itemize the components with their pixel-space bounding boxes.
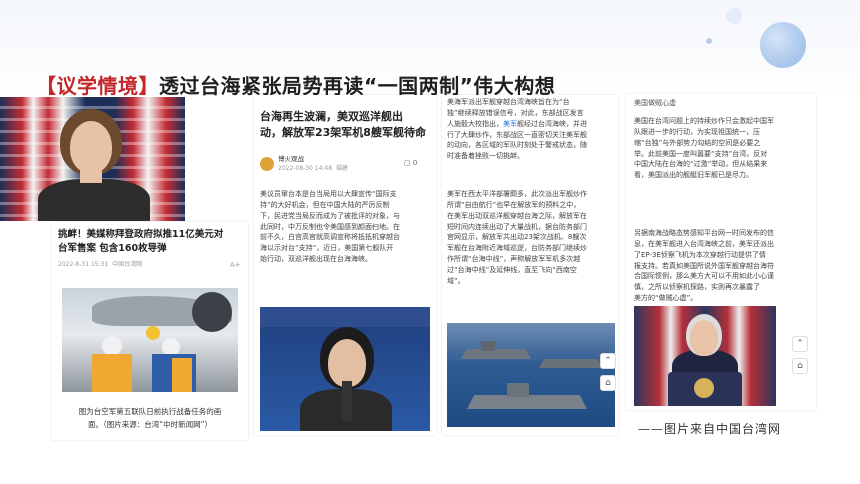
body-line: 持”的大好机会，但在中国大陆的严厉反制 xyxy=(260,200,390,209)
pelosi-photo xyxy=(0,97,185,221)
meta-source: 中国台湾网 xyxy=(112,261,143,268)
card-title-line2: 动，解放军23架军机8艘军舰待命 xyxy=(260,125,426,139)
meta-date: 2022-08-30 14:48 xyxy=(278,165,333,172)
body-line: 美军在西太平洋部署颇多，此次派出军舰炒作 xyxy=(447,190,587,198)
home-icon: ⌂ xyxy=(605,378,611,388)
body-line: 举。此前美国一度叫嚣要“支持”台湾，反对 xyxy=(634,149,768,158)
body-line: 了EP-3E侦察飞机为本次穿越行动提供了情 xyxy=(634,250,766,259)
body-line: 海以示对台“支持”，近日，美国第七舰队开 xyxy=(260,244,394,253)
body-line: 报支持。若真如美国所说外国军舰穿越台海符 xyxy=(634,261,774,270)
author-name[interactable]: 博火观战 xyxy=(278,155,304,164)
article-para2: 美军在西太平洋部署颇多，此次派出军舰炒作 所谓“自由航行”也早在解放军的预料之中… xyxy=(447,189,615,287)
card-title: 台海再生波澜，美双巡洋舰出 动，解放军23架军机8艘军舰待命 xyxy=(260,109,432,141)
article-body: 美议员窜台本是台当局用以大肆宣传“国际支 持”的大好机会，但在中国大陆的严厉反制… xyxy=(260,189,432,265)
air-force-photo xyxy=(62,288,238,392)
article-para1: 美海军派出军舰穿越台湾海峡旨在为“台 独”继续释放错误信号，对此，东部战区发言 … xyxy=(447,97,615,162)
title-tag: 【议学情境】 xyxy=(36,74,159,98)
comment-icon: ▢ xyxy=(404,159,411,167)
body-line: 缩“台独”与外部势力勾结的空间是必要之 xyxy=(634,138,761,147)
article-para1: 美国在台湾问题上的持续炒作只会激起中国军 队跟进一步的行动，为实现祖国统一，压 … xyxy=(634,116,812,181)
image-source-note: ——图片来自中国台湾网 xyxy=(638,422,782,436)
article-para2: 另据南海战略态势感知平台网一时间发布的信 息，在美军舰进入台湾海峡之前，美军还派… xyxy=(634,228,812,304)
body-line: 舰经过台湾海峡，并进 xyxy=(517,119,587,128)
arrow-up-icon: ⌃ xyxy=(604,356,612,366)
decorative-circle-small xyxy=(726,8,742,24)
home-button[interactable]: ⌂ xyxy=(792,358,808,374)
body-line: 下，民进党当局反而成为了被批评的对象，与 xyxy=(260,211,400,220)
comment-button[interactable]: ▢ 0 xyxy=(404,158,417,168)
body-line: 前不久，白宫高官就高调宣称将抵抵机穿越台 xyxy=(260,233,400,242)
meta-date: 2022-8-31 15:31 xyxy=(58,261,109,268)
body-line: 军舰在台海附近海域巡逻，台防务部门继续炒 xyxy=(447,244,587,253)
home-icon: ⌂ xyxy=(797,361,803,371)
body-line: 过“台海中线”及延伸线，直至飞向“西南空 xyxy=(447,265,577,274)
body-line: 官网显示，解放军共出动23架次战机、8艘次 xyxy=(447,233,587,242)
body-line: 所谓“自由航行”也早在解放军的预料之中， xyxy=(447,200,581,209)
body-line: 中国大陆在台海的“过激”举动，但从结果来 xyxy=(634,160,768,169)
body-line: 美海军派出军舰穿越台湾海峡旨在为“台 xyxy=(447,98,570,106)
comment-count: 0 xyxy=(412,159,418,167)
keyword-link[interactable]: 美军 xyxy=(503,120,517,128)
tsai-photo xyxy=(260,307,430,431)
scroll-top-button[interactable]: ⌃ xyxy=(600,353,616,369)
card-meta: 2022-08-30 14:48 福建 xyxy=(278,165,348,174)
decorative-dot xyxy=(706,38,712,44)
body-line: 此同时，中万反制也令美国感到颜面扫地。在 xyxy=(260,222,400,231)
card-meta: 2022-8-31 15:31 中国台湾网 xyxy=(58,261,142,270)
body-line: 在美军出动双巡洋舰穿越台海之际，解放军在 xyxy=(447,211,587,220)
home-button[interactable]: ⌂ xyxy=(600,375,616,391)
body-line: 美国在台湾问题上的持续炒作只会激起中国军 xyxy=(634,117,774,125)
author-avatar[interactable] xyxy=(260,157,274,171)
body-line: 独”继续释放错误信号，对此，东部战区发言 xyxy=(447,108,584,117)
body-line: 美议员窜台本是台当局用以大肆宣传“国际支 xyxy=(260,190,397,198)
card-title: 挑衅！美媒称拜登政府拟推11亿美元对 台军售案 包含160枚导弹 xyxy=(58,228,244,256)
body-line: 时准备着挫败一切挑衅。 xyxy=(447,152,524,161)
body-line: 队跟进一步的行动，为实现祖国统一，压 xyxy=(634,127,760,136)
news-card-cruisers[interactable]: 台海再生波澜，美双巡洋舰出 动，解放军23架军机8艘军舰待命 博火观战 2022… xyxy=(254,95,436,435)
body-line: 行了大肆炒作，东部战区一直密切关注美军舰 xyxy=(447,130,587,139)
body-line: 合国际惯例，那么美方大可以不用如此小心谨 xyxy=(634,272,774,281)
body-line: 慎，之所以侦察机探路，实则再次暴露了 xyxy=(634,283,760,292)
body-line: 看，美国派出的舰艇旧军舰已是尽力。 xyxy=(634,171,753,180)
body-line: 的动向，各区域的军队时刻处于警戒状态，随 xyxy=(447,141,587,150)
body-line: 息，在美军舰进入台湾海峡之前，美军还派出 xyxy=(634,239,774,248)
meta-location: 福建 xyxy=(335,165,348,172)
section-label: 美国做贼心虚 xyxy=(634,99,676,107)
body-line: 另据南海战略态势感知平台网一时间发布的信 xyxy=(634,229,774,237)
card-title-line1: 台海再生波澜，美双巡洋舰出 xyxy=(260,110,403,123)
caption-line2: 面。（图片来源：台湾“中时新闻网”） xyxy=(87,419,213,429)
biden-photo xyxy=(634,306,776,406)
news-card-arms-sale[interactable]: 挑衅！美媒称拜登政府拟推11亿美元对 台军售案 包含160枚导弹 2022-8-… xyxy=(52,222,248,440)
body-line: 短时间内连续出动了大量战机，据台防务部门 xyxy=(447,222,587,231)
scroll-top-button[interactable]: ⌃ xyxy=(792,336,808,352)
news-card-us-guilty-conscience[interactable]: 美国做贼心虚 美国在台湾问题上的持续炒作只会激起中国军 队跟进一步的行动，为实现… xyxy=(626,94,816,410)
body-line: 作所谓“台海中线”，声称解放军军机多次越 xyxy=(447,255,581,264)
card-title-line2: 台军售案 包含160枚导弹 xyxy=(58,242,167,254)
news-card-navy-transit[interactable]: 美海军派出军舰穿越台湾海峡旨在为“台 独”继续释放错误信号，对此，东部战区发言 … xyxy=(442,95,618,435)
body-line: 美方的“做贼心虚”。 xyxy=(634,294,698,303)
caption-line1: 图为台空军第五联队日前执行战备任务的画 xyxy=(78,407,222,416)
warships-photo xyxy=(447,323,615,427)
body-line: 始行动，双巡洋舰出现在台海海峡。 xyxy=(260,255,372,264)
photo-caption: 图为台空军第五联队日前执行战备任务的画 面。（图片来源：台湾“中时新闻网”） xyxy=(58,406,242,432)
arrow-up-icon: ⌃ xyxy=(796,339,804,349)
body-line: 域”。 xyxy=(447,276,465,285)
card-title-line1: 挑衅！美媒称拜登政府拟推11亿美元对 xyxy=(58,229,224,240)
font-size-button[interactable]: A+ xyxy=(230,260,241,270)
decorative-circle-large xyxy=(760,22,806,68)
body-line: 人施毅大校指出， xyxy=(447,119,503,128)
